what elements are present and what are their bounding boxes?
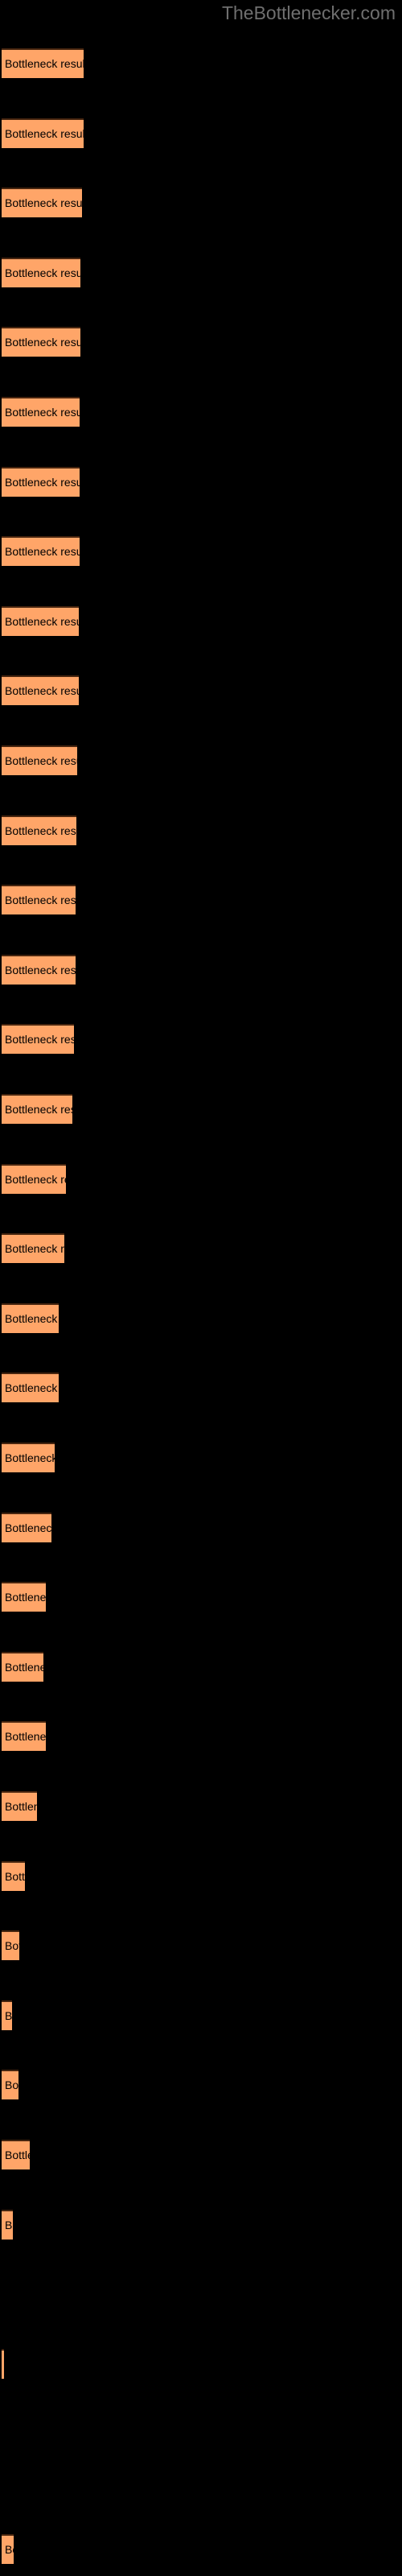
bar-label-7: Bottleneck result xyxy=(5,476,80,489)
bar-label-17: Bottleneck result xyxy=(5,1173,66,1186)
bar-label-18: Bottleneck result xyxy=(5,1242,64,1255)
bar-13: Bottleneck result xyxy=(2,885,76,914)
bar-19: Bottleneck result xyxy=(2,1303,59,1333)
bar-7: Bottleneck result xyxy=(2,467,80,497)
bar-label-28: Bottleneck result xyxy=(5,1939,19,1952)
bar-label-9: Bottleneck result xyxy=(5,615,79,628)
bar-26: Bottleneck result xyxy=(2,1791,37,1821)
bar-label-5: Bottleneck result xyxy=(5,336,80,349)
bar-2: Bottleneck result xyxy=(2,118,84,148)
bar-label-6: Bottleneck result xyxy=(5,406,80,419)
bar-label-21: Bottleneck result xyxy=(5,1451,55,1464)
bar-label-19: Bottleneck result xyxy=(5,1312,59,1325)
bar-label-11: Bottleneck result xyxy=(5,754,77,767)
bar-5: Bottleneck result xyxy=(2,327,80,357)
bar-label-31: Bottleneck result xyxy=(5,2149,30,2161)
bar-6: Bottleneck result xyxy=(2,397,80,427)
page-title: TheBottlenecker.com xyxy=(221,2,396,23)
bar-label-22: Bottleneck result xyxy=(5,1521,51,1534)
bar-label-20: Bottleneck result xyxy=(5,1381,59,1394)
bar-label-12: Bottleneck result xyxy=(5,824,76,837)
bar-label-8: Bottleneck result xyxy=(5,545,80,558)
bar-label-1: Bottleneck result xyxy=(5,57,84,70)
bar-21: Bottleneck result xyxy=(2,1443,55,1472)
bar-label-13: Bottleneck result xyxy=(5,894,76,906)
bottleneck-bar-chart: TheBottlenecker.com Bottleneck result Bot… xyxy=(0,0,402,2576)
bar-30: Bottleneck result xyxy=(2,2070,18,2099)
bar-31: Bottleneck result xyxy=(2,2140,30,2169)
bar-label-29: Bottleneck result xyxy=(5,2009,12,2022)
bar-label-15: Bottleneck result xyxy=(5,1033,74,1046)
bar-8: Bottleneck result xyxy=(2,536,80,566)
bar-15: Bottleneck result xyxy=(2,1024,74,1054)
bar-32: Bottleneck result xyxy=(2,2210,13,2240)
bar-17: Bottleneck result xyxy=(2,1164,66,1194)
bar-label-2: Bottleneck result xyxy=(5,127,84,140)
bar-4: Bottleneck result xyxy=(2,258,80,287)
bar-label-10: Bottleneck result xyxy=(5,684,79,697)
bar-label-30: Bottleneck result xyxy=(5,2079,18,2091)
bar-34: Bottleneck result xyxy=(2,2349,4,2379)
bar-9: Bottleneck result xyxy=(2,606,79,636)
bar-3: Bottleneck result xyxy=(2,188,82,217)
bar-label-16: Bottleneck result xyxy=(5,1103,72,1116)
bar-24: Bottleneck result xyxy=(2,1652,43,1682)
bar-label-27: Bottleneck result xyxy=(5,1870,25,1883)
bar-10: Bottleneck result xyxy=(2,675,79,705)
bar-label-14: Bottleneck result xyxy=(5,964,76,976)
bar-22: Bottleneck result xyxy=(2,1513,51,1542)
bar-29: Bottleneck result xyxy=(2,2000,12,2030)
bar-label-4: Bottleneck result xyxy=(5,266,80,279)
bar-label-24: Bottleneck result xyxy=(5,1661,43,1674)
bar-27: Bottleneck result xyxy=(2,1861,25,1891)
bar-28: Bottleneck result xyxy=(2,1930,19,1960)
bar-label-23: Bottleneck result xyxy=(5,1591,46,1604)
bar-label-3: Bottleneck result xyxy=(5,196,82,209)
bar-label-36: Bottleneck result xyxy=(5,2543,14,2556)
bar-18: Bottleneck result xyxy=(2,1233,64,1263)
bar-36: Bottleneck result xyxy=(2,2534,14,2564)
bar-20: Bottleneck result xyxy=(2,1373,59,1402)
bar-25: Bottleneck result xyxy=(2,1721,46,1751)
bar-12: Bottleneck result xyxy=(2,815,76,845)
bar-23: Bottleneck result xyxy=(2,1582,46,1612)
bar-11: Bottleneck result xyxy=(2,745,77,775)
bar-label-32: Bottleneck result xyxy=(5,2219,13,2231)
bar-label-25: Bottleneck result xyxy=(5,1730,46,1743)
bar-label-26: Bottleneck result xyxy=(5,1800,37,1813)
bar-1: Bottleneck result xyxy=(2,48,84,78)
bar-16: Bottleneck result xyxy=(2,1094,72,1124)
bar-14: Bottleneck result xyxy=(2,955,76,985)
